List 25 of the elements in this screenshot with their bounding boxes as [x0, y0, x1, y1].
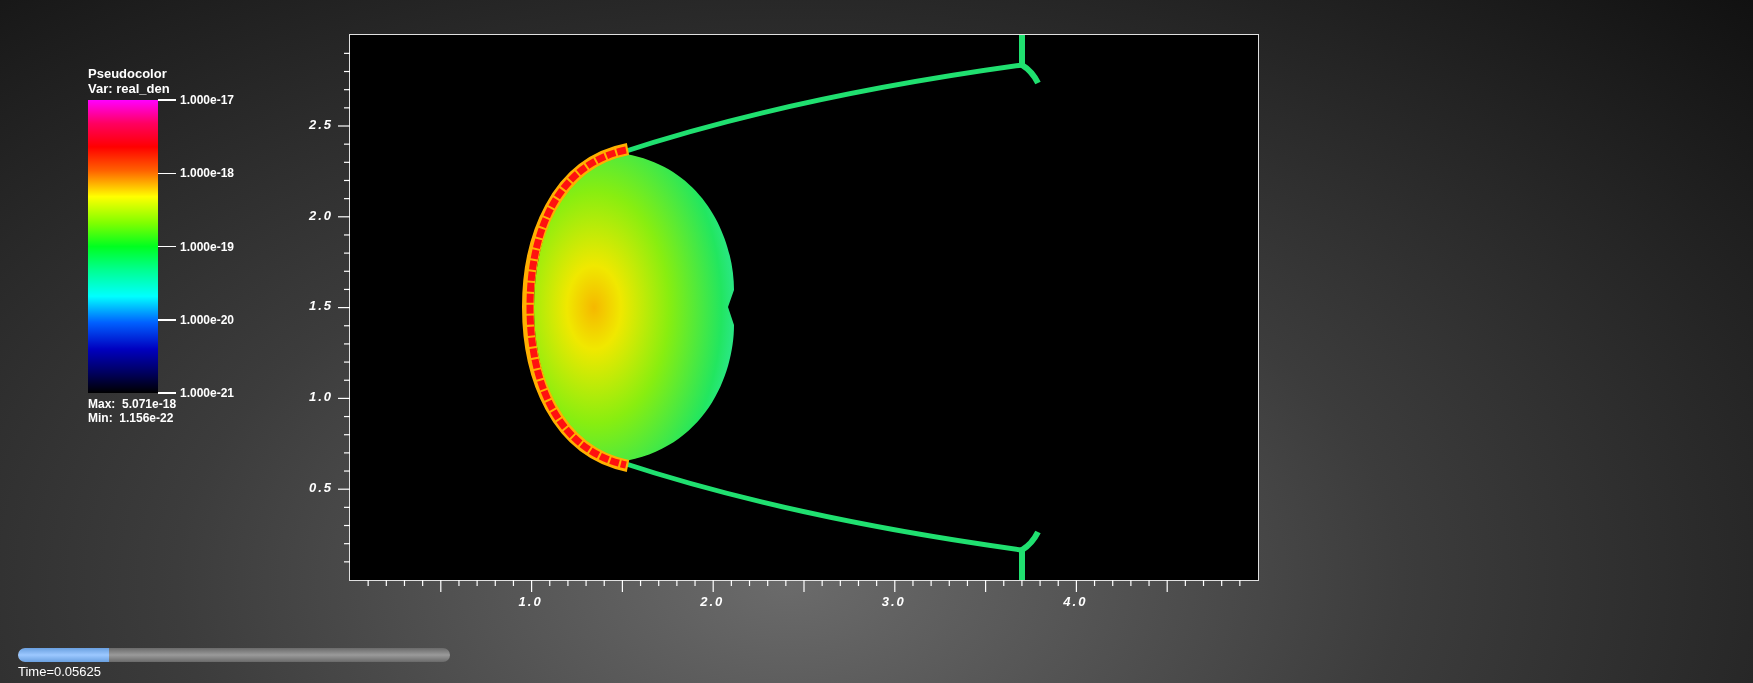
y-axis-label: 1.5: [308, 299, 333, 314]
y-axis-label: 0.5: [308, 481, 333, 495]
scale-label: 1.000e-17: [180, 92, 235, 109]
scale-tick: [158, 172, 176, 174]
legend-title: Pseudocolor: [88, 66, 168, 81]
scale-label: 1.000e-20: [180, 311, 235, 329]
scale-tick: [158, 319, 176, 321]
x-axis-label: 2.0: [700, 595, 725, 609]
scale-label: 1.000e-21: [180, 385, 235, 402]
y-axis-label: 2.5: [308, 117, 333, 132]
scale-tick: [158, 392, 176, 394]
x-axis-label: 4.0: [1063, 595, 1088, 609]
scale-label: 1.000e-19: [180, 238, 235, 256]
scale-label: 1.000e-18: [180, 165, 235, 183]
min-value: Min: 1.156e-22: [88, 411, 175, 425]
legend-variable: Var: real_den: [88, 81, 171, 96]
max-value: Max: 5.071e-18: [88, 397, 178, 411]
time-label: Time=0.05625: [18, 664, 102, 679]
y-axis-label: 1.0: [308, 390, 333, 405]
time-slider[interactable]: [18, 648, 450, 662]
scale-tick: [158, 245, 176, 248]
scale-tick: [158, 99, 176, 101]
x-axis-label: 3.0: [881, 595, 906, 609]
y-axis-label: 2.0: [308, 208, 333, 223]
x-axis-label: 1.0: [518, 595, 543, 609]
